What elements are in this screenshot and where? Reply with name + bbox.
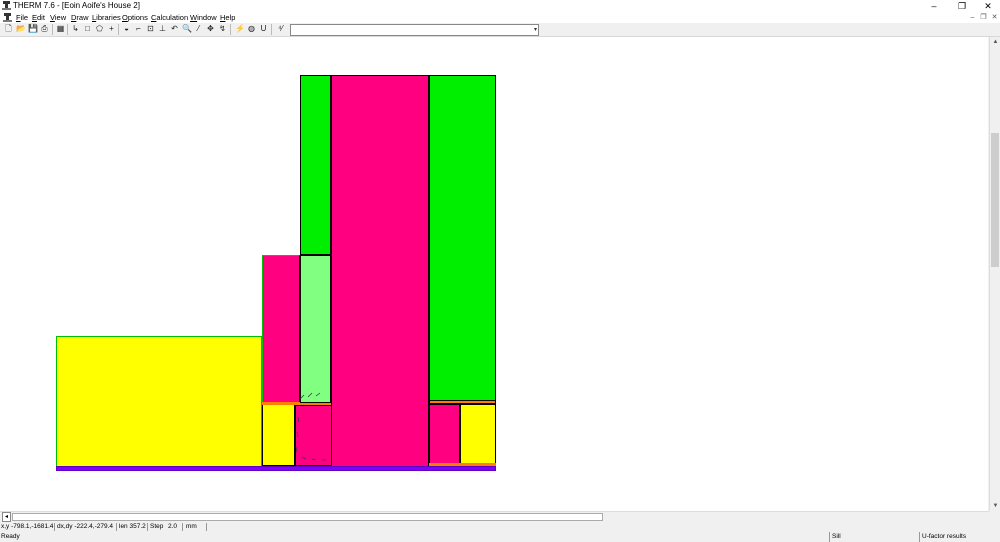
toolbar-separator: [118, 24, 119, 35]
select-icon[interactable]: ↳: [71, 24, 80, 34]
status-bar: Ready Sill U-factor results: [0, 532, 1000, 542]
region-sill-yellow[interactable]: [56, 336, 262, 467]
units-label: mm: [186, 523, 197, 530]
insert-point-icon[interactable]: ⊡: [146, 24, 155, 34]
menu-view[interactable]: View: [50, 12, 66, 23]
menu-help[interactable]: Help: [220, 12, 235, 23]
region-green-upper-left[interactable]: [300, 75, 331, 255]
chevron-down-icon[interactable]: ▾: [534, 25, 537, 35]
results-status: U-factor results: [919, 532, 989, 542]
orient-icon[interactable]: ↯: [218, 24, 227, 34]
separator: [182, 523, 183, 531]
boundary-condition-status: Sill: [829, 532, 919, 542]
title-bar: THERM 7.6 - [Eoin Aoife's House 2] – ❐ ✕: [0, 0, 1000, 12]
separator: [54, 523, 55, 531]
menu-file[interactable]: File: [16, 12, 28, 23]
status-text: Ready: [1, 533, 20, 540]
menu-calculation[interactable]: Calculation: [151, 12, 188, 23]
toolbar-separator: [67, 24, 68, 35]
close-icon[interactable]: ✕: [978, 0, 998, 12]
library-icon[interactable]: ▦: [56, 24, 65, 34]
menu-bar: File Edit View Draw Libraries Options Ca…: [0, 12, 1000, 23]
coordinate-bar: x,y -798.1,-1681.4 dx,dy -222.4,-279.4 l…: [0, 522, 1000, 532]
separator: [206, 523, 207, 531]
region-green-right[interactable]: [429, 75, 496, 401]
boundary-condition-select[interactable]: ▾: [290, 24, 539, 36]
arc-icon[interactable]: ↶: [170, 24, 179, 34]
rectangle-icon[interactable]: □: [83, 24, 92, 34]
boundary-icon[interactable]: ⁴⁄: [276, 24, 285, 34]
scroll-up-icon[interactable]: ▲: [990, 37, 1000, 47]
toolbar-separator: [230, 24, 231, 35]
zoom-icon[interactable]: 🔍: [182, 24, 192, 34]
horizontal-scroll-thumb[interactable]: [12, 513, 603, 521]
open-icon[interactable]: 📂: [16, 24, 26, 34]
scroll-left-icon[interactable]: ◂: [2, 512, 11, 522]
print-icon[interactable]: ⎙: [40, 24, 49, 34]
region-light-green-insulation[interactable]: [300, 255, 331, 403]
calculate-icon[interactable]: ⚡: [235, 24, 245, 34]
toolbar: 🗋 📂 💾 ⎙ ▦ ↳ □ ⬠ + ◒ ⌐ ⊡ ⊥ ↶ 🔍 ⁄ ✥ ↯ ⚡ ◍ …: [0, 23, 1000, 37]
pan-icon[interactable]: ✥: [206, 24, 215, 34]
save-icon[interactable]: 💾: [28, 24, 38, 34]
mdi-minimize-icon[interactable]: –: [968, 13, 977, 22]
vertical-scroll-thumb[interactable]: [991, 133, 999, 267]
mdi-close-icon[interactable]: ✕: [990, 13, 999, 22]
vertical-scrollbar[interactable]: ▲ ▼: [989, 37, 1000, 511]
point-icon[interactable]: ⌐: [134, 24, 143, 34]
menu-options[interactable]: Options: [122, 12, 148, 23]
results-icon[interactable]: ◍: [247, 24, 256, 34]
mdi-restore-icon[interactable]: ❐: [979, 13, 988, 22]
dropper-icon[interactable]: ⁄: [194, 24, 203, 34]
restore-icon[interactable]: ❐: [952, 0, 972, 12]
menu-window[interactable]: Window: [190, 12, 217, 23]
minimize-icon[interactable]: –: [924, 0, 944, 12]
ufactor-icon[interactable]: U: [259, 24, 268, 34]
align-icon[interactable]: ⊥: [158, 24, 167, 34]
menu-edit[interactable]: Edit: [32, 12, 45, 23]
region-magenta-left[interactable]: [262, 255, 300, 403]
region-magenta-main[interactable]: [331, 75, 429, 467]
therm-app-icon: [2, 1, 11, 10]
menu-draw[interactable]: Draw: [71, 12, 89, 23]
locator-icon[interactable]: +: [107, 24, 116, 34]
step-value[interactable]: 2.0: [168, 522, 177, 532]
cursor-length: len 357.2: [119, 523, 146, 530]
drawing-canvas[interactable]: [0, 37, 988, 511]
flux-arrows: [295, 392, 326, 461]
separator: [116, 523, 117, 531]
toolbar-separator: [52, 24, 53, 35]
step-label: Step: [150, 523, 164, 530]
polygon-icon[interactable]: ⬠: [95, 24, 104, 34]
toolbar-separator: [271, 24, 272, 35]
fill-icon[interactable]: ◒: [122, 24, 131, 34]
scroll-down-icon[interactable]: ▼: [990, 501, 1000, 511]
region-purple-base[interactable]: [56, 466, 496, 471]
menu-libraries[interactable]: Libraries: [92, 12, 121, 23]
cursor-xy: x,y -798.1,-1681.4: [1, 523, 54, 530]
window-title: THERM 7.6 - [Eoin Aoife's House 2]: [13, 1, 140, 10]
document-icon: [3, 13, 12, 22]
region-magenta-lower-right[interactable]: [429, 404, 460, 464]
new-icon[interactable]: 🗋: [4, 24, 13, 34]
region-yellow-lower-right[interactable]: [460, 404, 496, 464]
cursor-dxdy: dx,dy -222.4,-279.4: [57, 523, 114, 530]
separator: [147, 523, 148, 531]
